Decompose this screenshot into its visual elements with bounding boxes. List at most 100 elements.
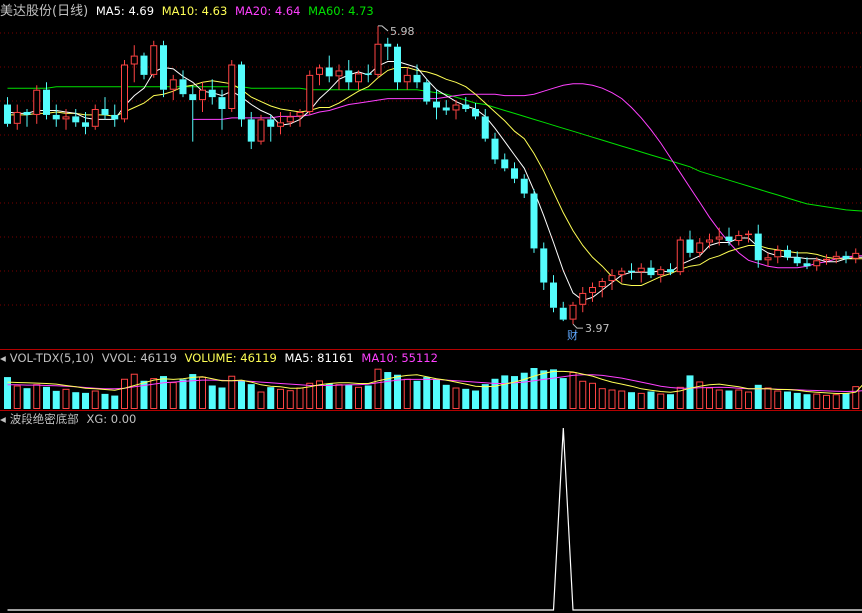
indicator-title: 波段绝密底部 <box>9 412 79 426</box>
volume-bar-up <box>199 376 206 409</box>
low-price-label: 3.97 <box>585 322 610 335</box>
volume-bar-down <box>72 392 80 409</box>
volume-bar-up <box>62 388 70 409</box>
candle-body-up <box>452 104 460 111</box>
candle-body-down <box>462 104 470 109</box>
collapse-arrow-icon[interactable]: ◂ <box>0 412 6 426</box>
candle-body-up <box>735 235 743 242</box>
candle-body-down <box>754 233 762 261</box>
candle-body-down <box>784 249 791 258</box>
candle-body-down <box>501 159 509 169</box>
candle-body-down <box>23 111 31 115</box>
candle-body-down <box>189 94 197 101</box>
volume-bar-up <box>13 385 21 410</box>
candle-body-up <box>13 111 21 124</box>
candle-body-down <box>550 282 557 308</box>
candle-body-down <box>725 236 733 242</box>
candle-body-up <box>657 269 665 276</box>
candle-body-down <box>481 116 489 139</box>
volume-bar-down <box>793 392 801 409</box>
indicator-header: ◂ 波段绝密底部 XG: 0.00 <box>0 411 140 427</box>
candle-body-down <box>208 89 216 98</box>
candle-body-up <box>608 275 616 282</box>
candle-body-up <box>637 267 645 273</box>
main-chart-header: 美达股份(日线) MA5: 4.69 MA10: 4.63 MA20: 4.64… <box>0 3 378 19</box>
volume-bar-up <box>832 394 840 410</box>
volume-bar-up <box>169 382 177 409</box>
candle-body-up <box>598 281 606 287</box>
candle-body-down <box>423 82 431 102</box>
volume-bar-up <box>813 393 821 410</box>
candle-body-up <box>169 79 177 90</box>
volume-bar-down <box>530 368 538 409</box>
volume-legend: VOLUME: 46119 <box>184 351 277 365</box>
stock-chart[interactable]: 5.98 3.97 财 <box>0 0 862 613</box>
candle-body-up <box>696 242 704 253</box>
finance-event-tag: 财 <box>567 328 578 342</box>
candle-body-down <box>384 43 392 47</box>
volume-bar-down <box>628 392 635 409</box>
volume-bar-down <box>433 379 440 409</box>
candle-body-down <box>647 267 655 276</box>
volume-bar-up <box>745 391 752 410</box>
candle-body-down <box>4 104 11 124</box>
candle-body-up <box>823 258 830 261</box>
price-gridlines <box>0 32 862 306</box>
candle-body-down <box>540 248 548 283</box>
volume-bar-down <box>559 378 567 409</box>
candle-body-up <box>355 73 362 83</box>
candle-body-down <box>325 67 333 77</box>
candle-body-up <box>296 111 304 117</box>
volume-bar-up <box>569 372 577 410</box>
ma60-legend: MA60: 4.73 <box>308 4 374 18</box>
candle-body-down <box>52 114 60 120</box>
candle-body-up <box>199 89 206 101</box>
xg-legend: XG: 0.00 <box>86 412 137 426</box>
candle-body-down <box>364 73 372 75</box>
candle-body-down <box>43 89 50 115</box>
volume-bar-down <box>686 375 694 409</box>
collapse-arrow-icon[interactable]: ◂ <box>0 351 6 365</box>
volume-bar-down <box>267 387 275 409</box>
high-price-label: 5.98 <box>390 25 415 38</box>
volume-bar-down <box>725 390 733 409</box>
volume-bars <box>4 368 862 410</box>
candle-body-up <box>130 55 138 65</box>
xg-signal-line <box>7 427 862 611</box>
candle-body-up <box>91 108 99 127</box>
low-marker-arrow <box>572 323 583 329</box>
volume-bar-up <box>257 391 265 410</box>
volume-bar-up <box>706 387 713 410</box>
volume-bar-up <box>618 390 626 409</box>
volume-bar-up <box>335 384 343 409</box>
indicator-line <box>7 427 862 611</box>
volume-bar-down <box>423 377 431 409</box>
candle-body-down <box>82 122 89 127</box>
volume-bar-down <box>442 384 450 409</box>
volume-bar-down <box>247 384 255 409</box>
stock-name: 美达股份(日线) <box>0 4 89 19</box>
candle-body-up <box>228 64 236 109</box>
candle-body-down <box>413 74 421 83</box>
volume-bar-up <box>277 388 284 409</box>
candle-body-up <box>774 249 782 258</box>
candle-body-down <box>247 119 255 142</box>
candle-body-up <box>852 252 860 259</box>
moving-average-lines <box>7 61 862 301</box>
volume-bar-up <box>33 384 41 409</box>
volume-bar-down <box>111 395 119 409</box>
candle-body-up <box>374 43 382 75</box>
ma5-line <box>7 61 862 301</box>
volume-bar-down <box>647 391 655 409</box>
volume-bar-down <box>189 374 197 409</box>
volume-bar-down <box>364 385 372 409</box>
volume-header: ◂ VOL-TDX(5,10) VVOL: 46119 VOLUME: 46119… <box>0 350 442 366</box>
candle-body-up <box>764 257 772 261</box>
volume-bar-down <box>462 388 470 409</box>
candle-body-down <box>667 269 674 273</box>
candle-body-down <box>491 138 499 160</box>
volume-bar-up <box>637 392 645 410</box>
candlesticks <box>4 25 860 325</box>
volume-bar-down <box>345 384 353 409</box>
volume-bar-up <box>452 387 460 410</box>
